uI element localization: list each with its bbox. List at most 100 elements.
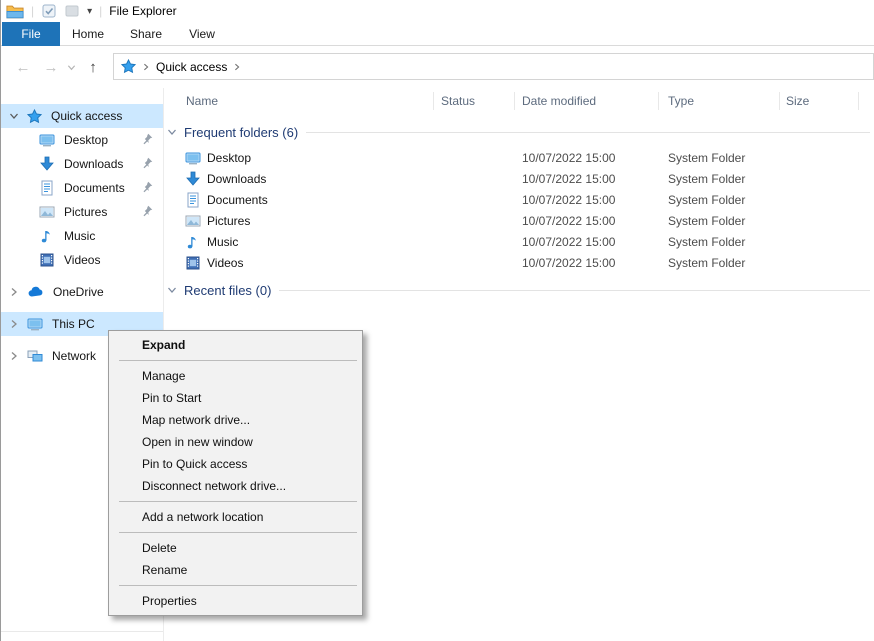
title-bar: | ▾ | File Explorer — [1, 0, 874, 22]
videos-icon — [185, 255, 201, 271]
tab-share[interactable]: Share — [120, 22, 172, 46]
group-header-frequent-folders[interactable]: Frequent folders (6) — [167, 123, 870, 141]
sidebar-item-desktop[interactable]: Desktop — [1, 128, 163, 152]
sidebar-item-label: Quick access — [51, 109, 122, 123]
up-icon[interactable]: ↑ — [81, 47, 105, 87]
tab-file[interactable]: File — [2, 22, 60, 46]
sidebar-item-label: Music — [64, 229, 95, 243]
menu-item-add-a-network-location[interactable]: Add a network location — [109, 506, 362, 528]
menu-item-map-network-drive[interactable]: Map network drive... — [109, 409, 362, 431]
column-divider[interactable] — [514, 92, 515, 110]
column-header-date-modified[interactable]: Date modified — [522, 90, 596, 111]
row-date-modified: 10/07/2022 15:00 — [522, 214, 615, 228]
chevron-right-icon[interactable] — [233, 63, 241, 71]
downloads-icon — [39, 156, 55, 172]
pin-icon — [140, 132, 154, 146]
quick-access-star-icon — [121, 59, 136, 74]
menu-item-open-in-new-window[interactable]: Open in new window — [109, 431, 362, 453]
file-row-pictures[interactable]: Pictures 10/07/2022 15:00 System Folder — [164, 211, 874, 232]
ribbon-tab-bar: File Home Share View — [1, 22, 874, 46]
sidebar-item-videos[interactable]: Videos — [1, 248, 163, 272]
column-divider[interactable] — [433, 92, 434, 110]
documents-icon — [39, 180, 55, 196]
navigation-bar: ← → ↑ Quick access — [1, 47, 874, 87]
window-title: File Explorer — [109, 4, 176, 18]
tab-home[interactable]: Home — [63, 22, 113, 46]
menu-item-disconnect-network-drive[interactable]: Disconnect network drive... — [109, 475, 362, 497]
chevron-down-icon[interactable] — [167, 285, 177, 295]
column-divider[interactable] — [658, 92, 659, 110]
sidebar-item-music[interactable]: Music — [1, 224, 163, 248]
breadcrumb-quick-access[interactable]: Quick access — [156, 60, 227, 74]
chevron-right-icon[interactable] — [9, 351, 19, 361]
menu-separator — [119, 501, 357, 502]
row-date-modified: 10/07/2022 15:00 — [522, 172, 615, 186]
column-header-status[interactable]: Status — [441, 90, 475, 111]
menu-item-pin-to-quick-access[interactable]: Pin to Quick access — [109, 453, 362, 475]
menu-item-pin-to-start[interactable]: Pin to Start — [109, 387, 362, 409]
menu-item-rename[interactable]: Rename — [109, 559, 362, 581]
customize-toolbar-dropdown-icon[interactable]: ▾ — [87, 6, 92, 17]
sidebar-item-downloads[interactable]: Downloads — [1, 152, 163, 176]
history-dropdown-icon[interactable] — [63, 47, 79, 87]
row-type: System Folder — [668, 214, 745, 228]
row-type: System Folder — [668, 193, 745, 207]
menu-item-delete[interactable]: Delete — [109, 537, 362, 559]
qat-separator: | — [31, 4, 34, 18]
tab-view[interactable]: View — [178, 22, 226, 46]
qat-separator: | — [99, 4, 102, 18]
music-icon — [185, 234, 201, 250]
chevron-down-icon[interactable] — [9, 111, 19, 121]
chevron-right-icon[interactable] — [9, 287, 19, 297]
sidebar-item-quick-access[interactable]: Quick access — [1, 104, 163, 128]
pin-icon — [140, 204, 154, 218]
sidebar-item-onedrive[interactable]: OneDrive — [1, 280, 163, 304]
desktop-icon — [39, 132, 55, 148]
row-name: Documents — [207, 193, 268, 207]
file-row-videos[interactable]: Videos 10/07/2022 15:00 System Folder — [164, 253, 874, 274]
pictures-icon — [39, 204, 55, 220]
properties-button[interactable] — [41, 3, 57, 19]
explorer-logo-icon — [6, 4, 24, 19]
sidebar-item-pictures[interactable]: Pictures — [1, 200, 163, 224]
new-folder-button[interactable] — [64, 3, 80, 19]
file-row-desktop[interactable]: Desktop 10/07/2022 15:00 System Folder — [164, 148, 874, 169]
back-icon[interactable]: ← — [11, 47, 35, 87]
chevron-down-icon[interactable] — [167, 127, 177, 137]
chevron-right-icon[interactable] — [142, 63, 150, 71]
sidebar-item-label: This PC — [52, 317, 95, 331]
chevron-right-icon[interactable] — [9, 319, 19, 329]
row-name: Downloads — [207, 172, 266, 186]
network-icon — [27, 348, 43, 364]
menu-item-properties[interactable]: Properties — [109, 590, 362, 612]
menu-item-expand[interactable]: Expand — [109, 334, 362, 356]
column-header-name[interactable]: Name — [186, 90, 218, 111]
menu-separator — [119, 532, 357, 533]
menu-item-manage[interactable]: Manage — [109, 365, 362, 387]
row-type: System Folder — [668, 235, 745, 249]
file-row-downloads[interactable]: Downloads 10/07/2022 15:00 System Folder — [164, 169, 874, 190]
group-header-label: Frequent folders (6) — [184, 125, 298, 140]
row-name: Desktop — [207, 151, 251, 165]
sidebar-item-label: OneDrive — [53, 285, 104, 299]
documents-icon — [185, 192, 201, 208]
column-header-size[interactable]: Size — [786, 90, 809, 111]
group-header-recent-files[interactable]: Recent files (0) — [167, 281, 870, 299]
column-divider[interactable] — [779, 92, 780, 110]
forward-icon[interactable]: → — [39, 47, 63, 87]
address-bar[interactable]: Quick access — [113, 53, 874, 80]
row-type: System Folder — [668, 256, 745, 270]
this-pc-context-menu: Expand Manage Pin to Start Map network d… — [108, 330, 363, 616]
row-name: Videos — [207, 256, 243, 270]
file-row-documents[interactable]: Documents 10/07/2022 15:00 System Folder — [164, 190, 874, 211]
column-divider[interactable] — [858, 92, 859, 110]
sidebar-item-documents[interactable]: Documents — [1, 176, 163, 200]
sidebar-item-label: Downloads — [64, 157, 123, 171]
group-rule — [279, 290, 870, 291]
pin-icon — [140, 180, 154, 194]
sidebar-item-label: Desktop — [64, 133, 108, 147]
music-icon — [39, 228, 55, 244]
file-row-music[interactable]: Music 10/07/2022 15:00 System Folder — [164, 232, 874, 253]
column-header-type[interactable]: Type — [668, 90, 694, 111]
row-type: System Folder — [668, 172, 745, 186]
